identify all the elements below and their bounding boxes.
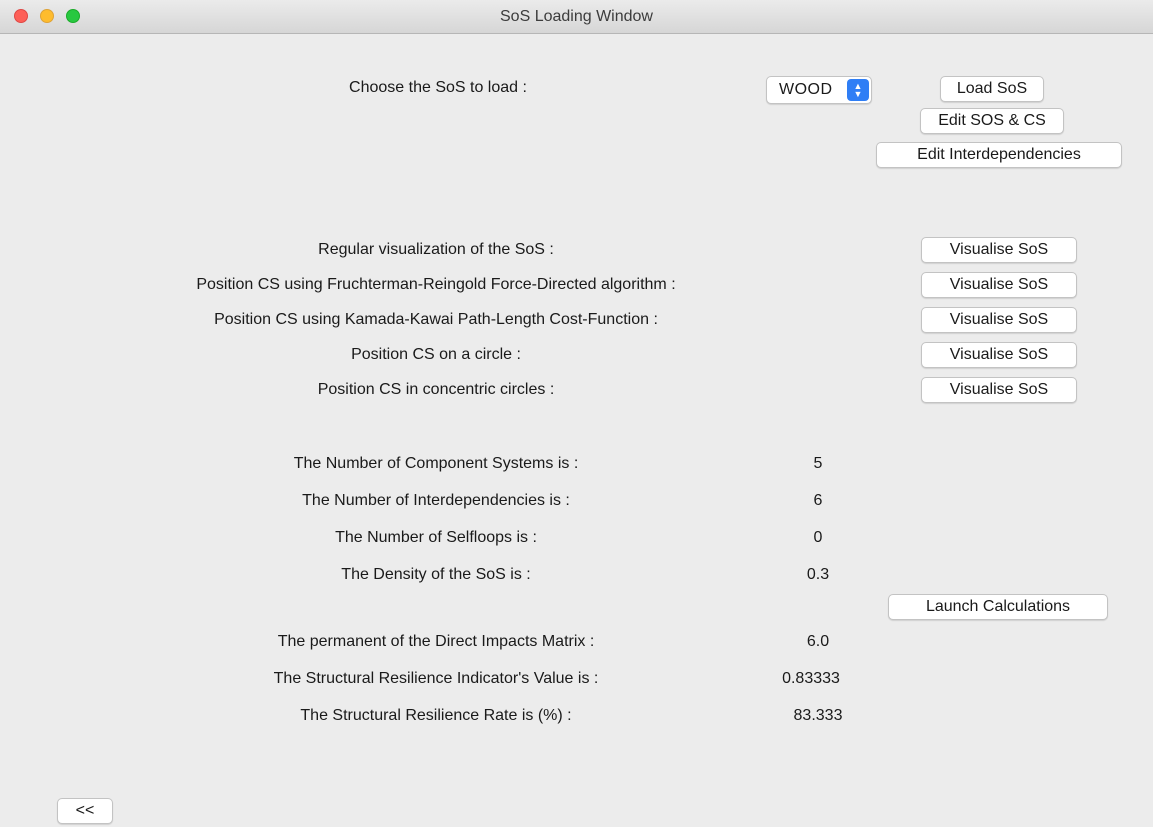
vis-fruchterman-label: Position CS using Fruchterman-Reingold F…: [196, 276, 676, 293]
edit-sos-cs-button[interactable]: Edit SOS & CS: [920, 108, 1064, 134]
sos-select-value: WOOD: [779, 81, 833, 98]
edit-interdependencies-button[interactable]: Edit Interdependencies: [876, 142, 1122, 168]
interdependencies-value: 6: [813, 492, 823, 509]
resilience-rate-value: 83.333: [793, 707, 843, 724]
vis-kamada-kawai-label: Position CS using Kamada-Kawai Path-Leng…: [214, 311, 658, 328]
visualise-regular-button[interactable]: Visualise SoS: [921, 237, 1077, 263]
launch-calculations-button[interactable]: Launch Calculations: [888, 594, 1108, 620]
visualise-circle-button[interactable]: Visualise SoS: [921, 342, 1077, 368]
component-systems-label: The Number of Component Systems is :: [293, 455, 579, 472]
visualise-fruchterman-button[interactable]: Visualise SoS: [921, 272, 1077, 298]
permanent-value: 6.0: [806, 633, 830, 650]
vis-circle-label: Position CS on a circle :: [351, 346, 521, 363]
visualise-kamada-kawai-button[interactable]: Visualise SoS: [921, 307, 1077, 333]
permanent-label: The permanent of the Direct Impacts Matr…: [277, 633, 595, 650]
resilience-indicator-value: 0.83333: [782, 670, 840, 687]
choose-sos-label: Choose the SoS to load :: [349, 79, 527, 96]
selfloops-value: 0: [813, 529, 823, 546]
window-title: SoS Loading Window: [500, 8, 653, 25]
vis-regular-label: Regular visualization of the SoS :: [318, 241, 554, 258]
sos-select[interactable]: WOOD ▲ ▼: [766, 76, 872, 104]
title-bar: SoS Loading Window: [0, 0, 1153, 34]
load-sos-button[interactable]: Load SoS: [940, 76, 1044, 102]
chevron-up-down-icon: ▲ ▼: [847, 79, 869, 101]
component-systems-value: 5: [813, 455, 823, 472]
resilience-indicator-label: The Structural Resilience Indicator's Va…: [273, 670, 599, 687]
visualise-concentric-button[interactable]: Visualise SoS: [921, 377, 1077, 403]
interdependencies-label: The Number of Interdependencies is :: [302, 492, 570, 509]
density-label: The Density of the SoS is :: [341, 566, 531, 583]
selfloops-label: The Number of Selfloops is :: [335, 529, 537, 546]
density-value: 0.3: [806, 566, 830, 583]
resilience-rate-label: The Structural Resilience Rate is (%) :: [300, 707, 572, 724]
main-content: Choose the SoS to load : WOOD ▲ ▼ Load So…: [0, 34, 1153, 827]
back-button[interactable]: <<: [57, 798, 113, 824]
vis-concentric-label: Position CS in concentric circles :: [317, 381, 555, 398]
